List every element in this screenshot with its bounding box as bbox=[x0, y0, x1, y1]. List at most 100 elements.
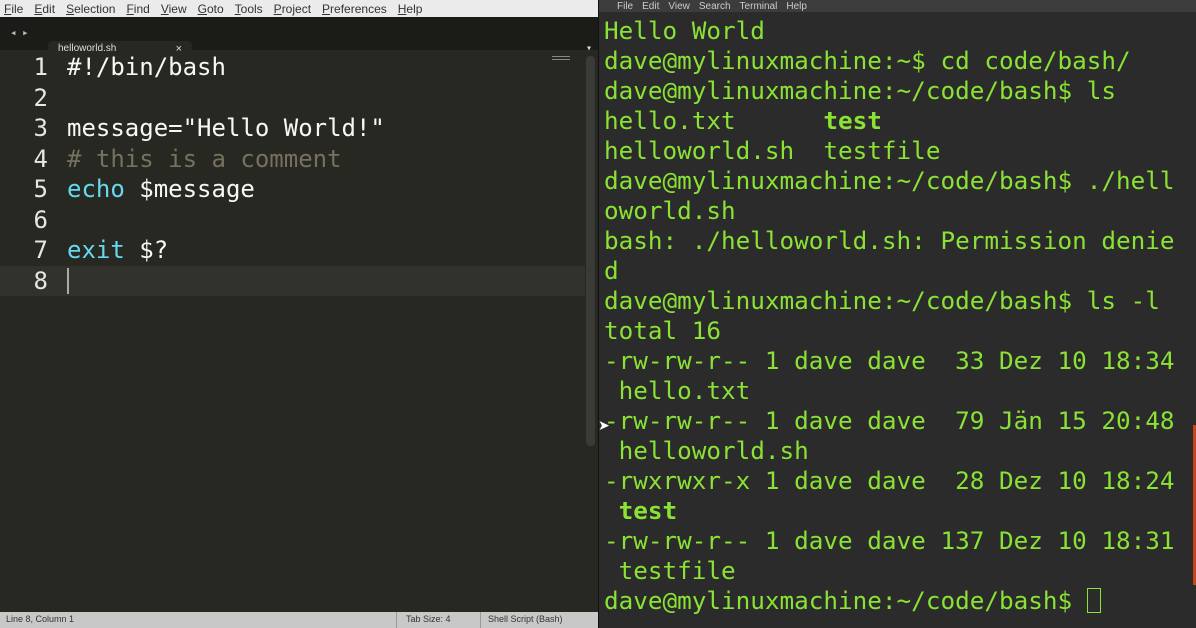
code-line[interactable]: 4 # this is a comment bbox=[0, 144, 585, 175]
terminal-line: dave@mylinuxmachine:~$ cd code/bash/ bbox=[604, 46, 1194, 76]
tab-next-icon[interactable]: ▸ bbox=[22, 26, 29, 39]
terminal-menu-edit[interactable]: Edit bbox=[642, 2, 659, 12]
code-line[interactable]: 8 bbox=[0, 265, 585, 296]
terminal-menu-view[interactable]: View bbox=[668, 2, 690, 12]
terminal-text: bash: ./helloworld.sh: Permission denie bbox=[604, 226, 1175, 255]
line-number: 7 bbox=[33, 236, 48, 265]
minimap[interactable] bbox=[552, 56, 570, 64]
tab-size-status[interactable]: Tab Size: 4 bbox=[406, 614, 451, 624]
line-number: 3 bbox=[33, 114, 48, 143]
terminal-text: testfile bbox=[604, 556, 736, 585]
terminal-text: total 16 bbox=[604, 316, 722, 345]
code-token: $message bbox=[124, 175, 255, 204]
terminal-menu-terminal[interactable]: Terminal bbox=[740, 2, 778, 12]
terminal-line: total 16 bbox=[604, 316, 1194, 346]
code-area[interactable]: 1 #!/bin/bash 2 3 message= "Hello World!" 4 # t… bbox=[0, 52, 585, 296]
line-number: 5 bbox=[33, 175, 48, 204]
terminal-text: -rwxrwxr-x 1 dave dave 28 Dez 10 18:24 bbox=[604, 466, 1175, 495]
terminal-line: -rw-rw-r-- 1 dave dave 137 Dez 10 18:31 bbox=[604, 526, 1194, 556]
cursor-position-status: Line 8, Column 1 bbox=[6, 614, 75, 624]
terminal-text: oworld.sh bbox=[604, 196, 736, 225]
menu-help[interactable]: Help bbox=[398, 2, 423, 16]
terminal-text: dave@mylinuxmachine:~$ cd code/bash/ bbox=[604, 46, 1131, 75]
terminal-text: -rw-rw-r-- 1 dave dave 137 Dez 10 18:31 bbox=[604, 526, 1175, 555]
terminal-text: Hello World bbox=[604, 16, 765, 45]
code-line[interactable]: 6 bbox=[0, 205, 585, 236]
terminal-menu-help[interactable]: Help bbox=[786, 2, 807, 12]
menu-preferences[interactable]: Preferences bbox=[322, 2, 387, 16]
editor-tab-bar: ◂ ▸ helloworld.sh × ▾ bbox=[0, 17, 598, 56]
terminal-menu-search[interactable]: Search bbox=[699, 2, 731, 12]
code-token: echo bbox=[67, 175, 125, 204]
line-number: 1 bbox=[33, 53, 48, 82]
editor-menubar: File Edit Selection Find View Goto Tools Projec… bbox=[0, 0, 598, 17]
menu-project[interactable]: Project bbox=[274, 2, 311, 16]
code-line[interactable]: 2 bbox=[0, 83, 585, 114]
code-token: # this is a comment bbox=[67, 144, 342, 173]
code-token: exit bbox=[67, 236, 125, 265]
terminal-line: hello.txt test bbox=[604, 106, 1194, 136]
terminal-line: oworld.sh bbox=[604, 196, 1194, 226]
editor-status-bar: Line 8, Column 1 Tab Size: 4 Shell Scrip… bbox=[0, 612, 598, 628]
terminal-line: dave@mylinuxmachine:~/code/bash$ ls bbox=[604, 76, 1194, 106]
terminal-line: testfile bbox=[604, 556, 1194, 586]
code-token: #!/bin/bash bbox=[67, 53, 226, 82]
terminal-line: bash: ./helloworld.sh: Permission denie bbox=[604, 226, 1194, 256]
mouse-pointer-icon: ➤ bbox=[598, 418, 610, 434]
menu-file[interactable]: File bbox=[4, 2, 23, 16]
code-token: "Hello World!" bbox=[182, 114, 385, 143]
code-line[interactable]: 7 exit $? bbox=[0, 235, 585, 266]
code-editor-window: File Edit Selection Find View Goto Tools Projec… bbox=[0, 0, 598, 628]
terminal-line: d bbox=[604, 256, 1194, 286]
terminal-text: dave@mylinuxmachine:~/code/bash$ ls bbox=[604, 76, 1116, 105]
terminal-line: hello.txt bbox=[604, 376, 1194, 406]
tab-prev-icon[interactable]: ◂ bbox=[10, 26, 17, 39]
terminal-line: -rw-rw-r-- 1 dave dave 33 Dez 10 18:34 bbox=[604, 346, 1194, 376]
terminal-text: -rw-rw-r-- 1 dave dave 79 Jän 15 20:48 bbox=[604, 406, 1175, 435]
text-caret bbox=[67, 267, 69, 294]
menu-tools[interactable]: Tools bbox=[235, 2, 263, 16]
chevron-down-icon[interactable]: ▾ bbox=[586, 43, 592, 54]
menu-find[interactable]: Find bbox=[126, 2, 149, 16]
code-token: $? bbox=[124, 236, 169, 265]
terminal-line: test bbox=[604, 496, 1194, 526]
line-number: 6 bbox=[33, 205, 48, 234]
terminal-menubar: File Edit View Search Terminal Help bbox=[599, 0, 1196, 12]
terminal-text: dave@mylinuxmachine:~/code/bash$ ./hell bbox=[604, 166, 1175, 195]
code-line[interactable]: 3 message= "Hello World!" bbox=[0, 113, 585, 144]
terminal-menu-file[interactable]: File bbox=[617, 2, 633, 12]
terminal-text: dave@mylinuxmachine:~/code/bash$ bbox=[604, 586, 1087, 615]
terminal-text: d bbox=[604, 256, 619, 285]
terminal-text: helloworld.sh bbox=[604, 436, 809, 465]
terminal-line: helloworld.sh testfile bbox=[604, 136, 1194, 166]
terminal-text: test bbox=[618, 496, 678, 525]
terminal-window[interactable]: File Edit View Search Terminal Help Hello Wor… bbox=[598, 0, 1196, 628]
line-number: 2 bbox=[33, 83, 48, 112]
terminal-line: dave@mylinuxmachine:~/code/bash$ ls -l bbox=[604, 286, 1194, 316]
terminal-text: -rw-rw-r-- 1 dave dave 33 Dez 10 18:34 bbox=[604, 346, 1175, 375]
menu-edit[interactable]: Edit bbox=[34, 2, 55, 16]
menu-goto[interactable]: Goto bbox=[198, 2, 224, 16]
menu-view[interactable]: View bbox=[161, 2, 187, 16]
line-number: 8 bbox=[33, 266, 48, 295]
terminal-text: hello.txt bbox=[604, 106, 824, 135]
terminal-line: helloworld.sh bbox=[604, 436, 1194, 466]
menu-selection[interactable]: Selection bbox=[66, 2, 115, 16]
vertical-scrollbar[interactable] bbox=[586, 56, 595, 446]
code-line[interactable]: 5 echo $message bbox=[0, 174, 585, 205]
terminal-line: dave@mylinuxmachine:~/code/bash$ ./hell bbox=[604, 166, 1194, 196]
terminal-line: dave@mylinuxmachine:~/code/bash$ bbox=[604, 586, 1194, 616]
code-token: message= bbox=[67, 114, 183, 143]
terminal-line: -rw-rw-r-- 1 dave dave 79 Jän 15 20:48 bbox=[604, 406, 1194, 436]
terminal-line: Hello World bbox=[604, 16, 1194, 46]
terminal-output[interactable]: Hello World dave@mylinuxmachine:~$ cd cod… bbox=[604, 16, 1194, 616]
line-number: 4 bbox=[33, 144, 48, 173]
terminal-line: -rwxrwxr-x 1 dave dave 28 Dez 10 18:24 bbox=[604, 466, 1194, 496]
terminal-cursor bbox=[1086, 588, 1101, 613]
terminal-text: hello.txt bbox=[604, 376, 751, 405]
terminal-text: dave@mylinuxmachine:~/code/bash$ ls -l bbox=[604, 286, 1160, 315]
terminal-text: test bbox=[823, 106, 882, 135]
syntax-status[interactable]: Shell Script (Bash) bbox=[488, 614, 563, 624]
code-line[interactable]: 1 #!/bin/bash bbox=[0, 52, 585, 83]
